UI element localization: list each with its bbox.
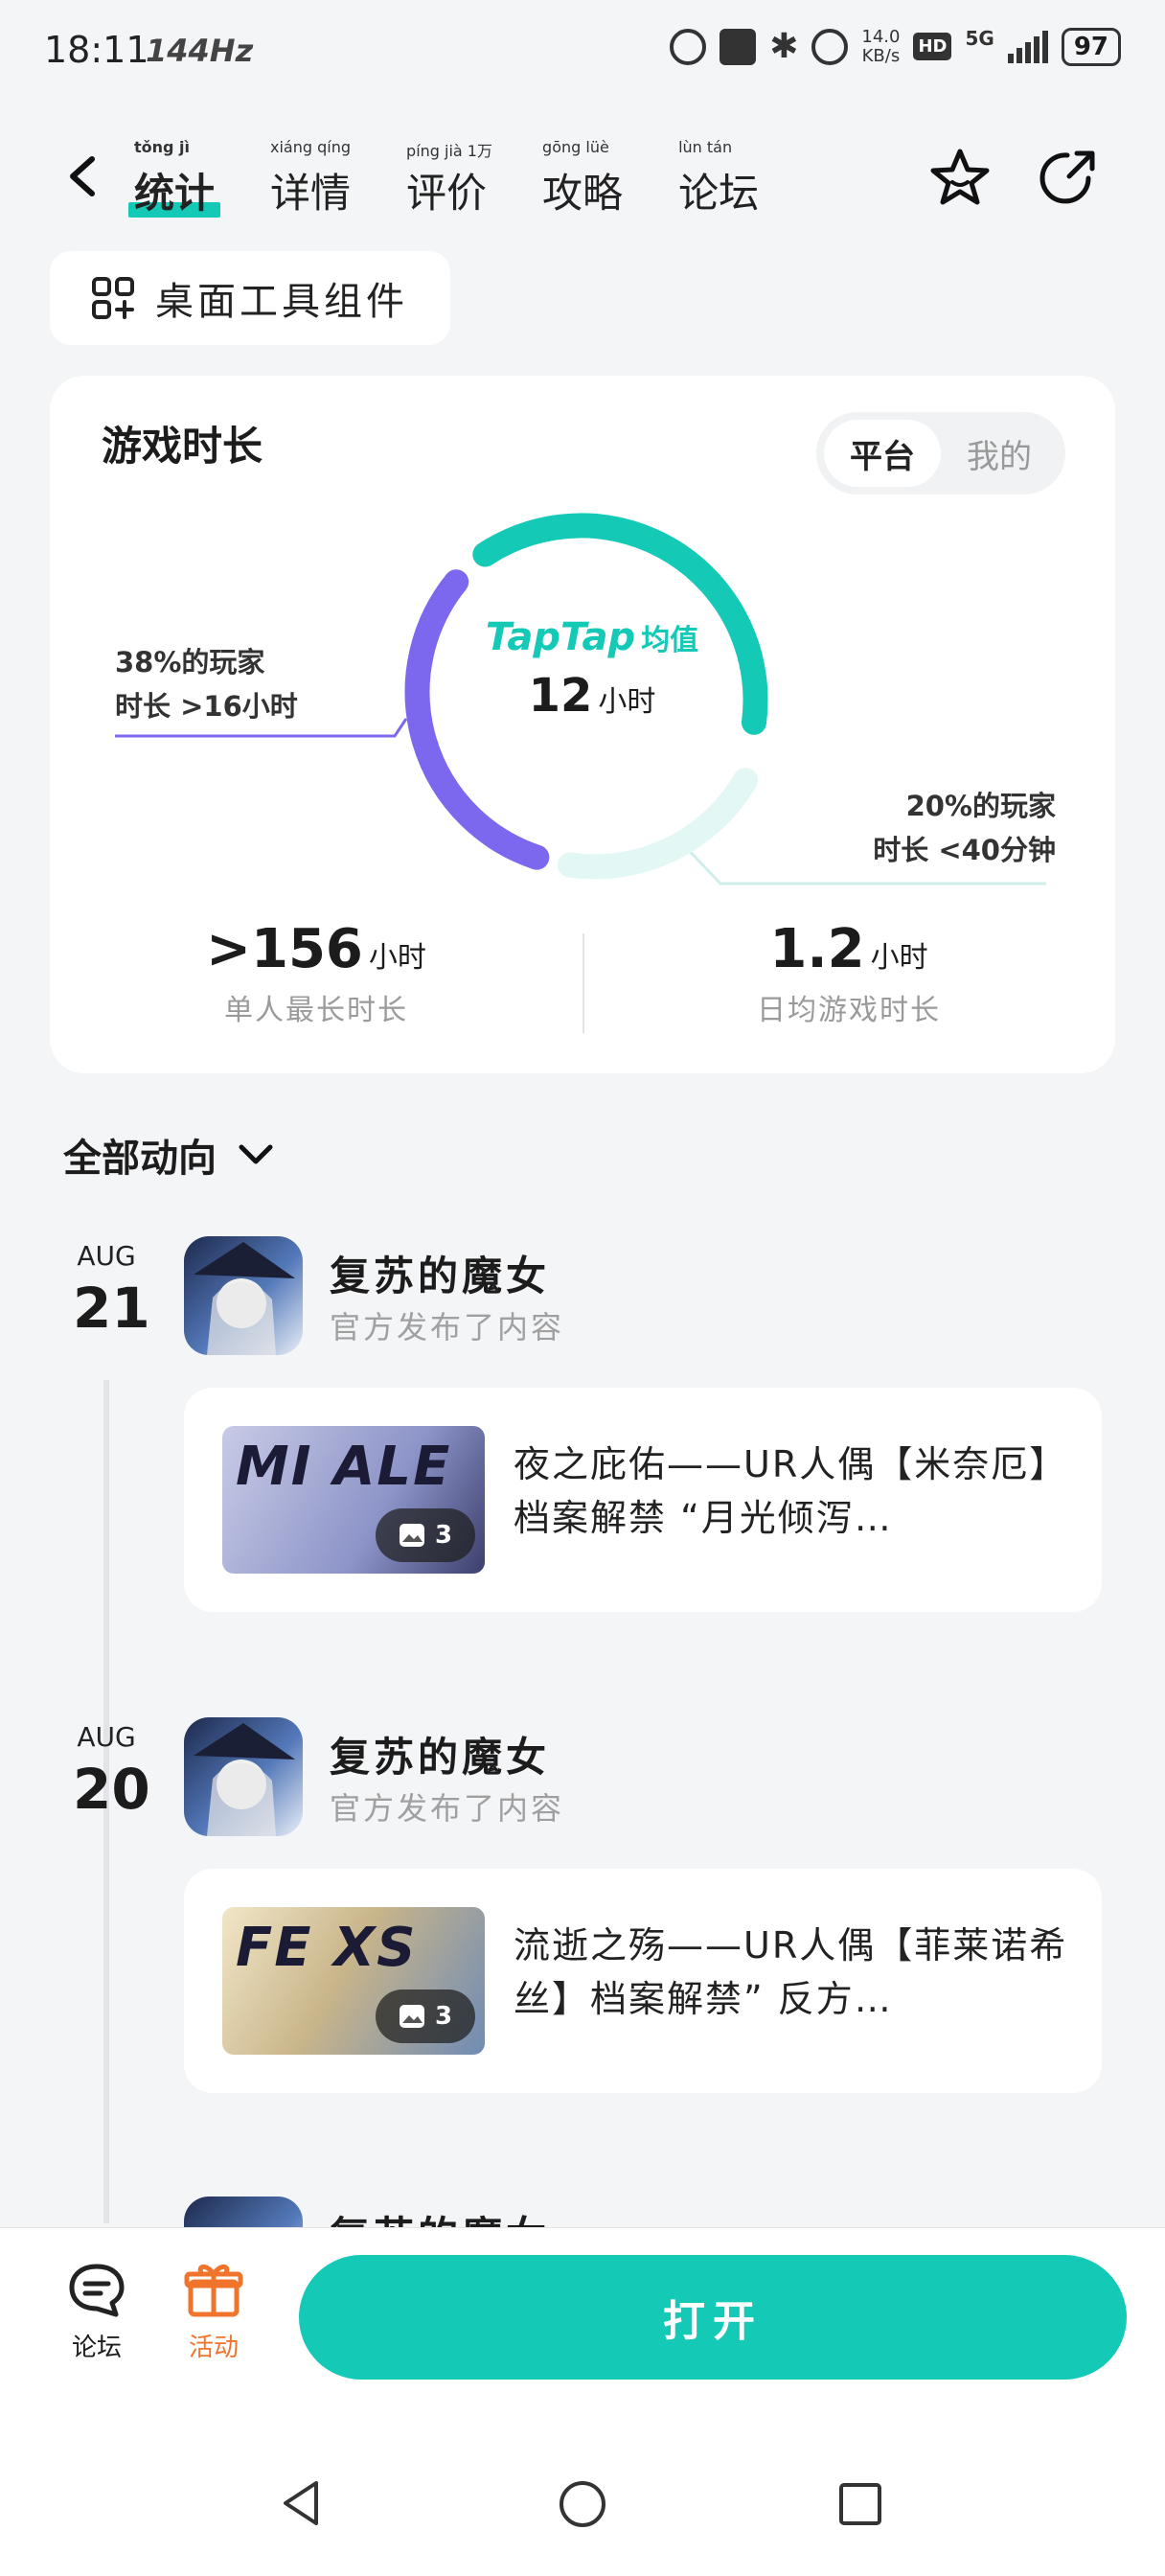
- activity-button[interactable]: 活动: [171, 2261, 257, 2363]
- app-name[interactable]: 复苏的魔女: [330, 1725, 550, 1783]
- post-thumbnail[interactable]: MI ALE 3: [222, 1426, 485, 1574]
- average-hours: 12 小时: [528, 669, 656, 723]
- bluetooth-icon: ✱: [769, 27, 799, 66]
- donut-center: TapTap 均值 12 小时: [389, 615, 795, 723]
- app-icon[interactable]: [184, 1717, 303, 1836]
- status-icons: ✱ 14.0 KB/s HD 5G 97: [670, 27, 1121, 66]
- network-type: 5G: [965, 27, 994, 50]
- hd-badge: HD: [913, 33, 952, 60]
- status-bar: 18:11 144Hz ✱ 14.0 KB/s HD 5G 97: [0, 0, 1165, 105]
- post-date: AUG 21: [73, 1240, 150, 1341]
- post-thumbnail[interactable]: FE XS 3: [222, 1907, 485, 2055]
- long-play-note: 38%的玩家 时长 >16小时: [115, 646, 298, 723]
- daily-playtime-stat: 1.2 小时 日均游戏时长: [757, 918, 941, 1027]
- nav-back-icon[interactable]: [278, 2477, 324, 2529]
- network-speed: 14.0 KB/s: [861, 26, 901, 66]
- max-playtime-stat: >156 小时 单人最长时长: [206, 918, 426, 1027]
- tab-bar: tǒng jì 统计 xiáng qíng 详情 píng jià 1万 评价 gōn…: [127, 138, 759, 219]
- alarm-icon: [811, 28, 849, 65]
- post-text: 夜之庇佑——UR人偶【米奈厄】档案解禁 “月光倾泻…: [514, 1443, 1068, 1539]
- app-name[interactable]: 复苏的魔女: [330, 1244, 550, 1302]
- post-date: AUG 20: [73, 1721, 150, 1822]
- post-card[interactable]: FE XS 3 流逝之殇——UR人偶【菲莱诺希丝】档案解禁” 反方…: [184, 1869, 1102, 2093]
- widget-label: 桌面工具组件: [155, 280, 408, 324]
- feed-filter-label: 全部动向: [63, 1137, 217, 1181]
- image-count-badge: 3: [376, 1990, 475, 2043]
- favorite-star-icon[interactable]: [925, 144, 994, 213]
- clock: 18:11: [44, 29, 149, 71]
- back-arrow-icon[interactable]: [63, 155, 102, 197]
- activity-label: 活动: [188, 2334, 239, 2362]
- tab-guides[interactable]: gōng lüè 攻略: [542, 138, 623, 219]
- system-nav-bar: [0, 2477, 1165, 2535]
- post-subtitle: 官方发布了内容: [330, 1309, 565, 1346]
- refresh-rate: 144Hz: [146, 33, 254, 69]
- gift-icon: [184, 2265, 243, 2317]
- feed-filter-dropdown[interactable]: 全部动向: [63, 1127, 274, 1183]
- image-icon: [399, 2005, 424, 2028]
- signal-icon: [1007, 30, 1048, 63]
- battery-icon: 97: [1061, 27, 1121, 66]
- tab-stats[interactable]: tǒng jì 统计: [127, 138, 221, 219]
- forum-label: 论坛: [71, 2334, 122, 2362]
- short-play-note: 20%的玩家 时长 <40分钟: [873, 790, 1056, 866]
- donut-segment-short: [557, 768, 758, 880]
- chat-bubble-icon: [69, 2264, 125, 2317]
- post-subtitle: 官方发布了内容: [330, 1790, 565, 1827]
- widget-grid-icon: [92, 277, 134, 319]
- nav-recents-icon[interactable]: [837, 2481, 883, 2527]
- tab-reviews[interactable]: píng jià 1万 评价: [406, 138, 492, 219]
- open-game-button[interactable]: 打开: [299, 2255, 1127, 2380]
- forum-button[interactable]: 论坛: [54, 2261, 140, 2363]
- taptap-brand: TapTap 均值: [485, 615, 699, 659]
- bottom-action-bar: 论坛 活动 打开: [0, 2227, 1165, 2576]
- post-text: 流逝之殇——UR人偶【菲莱诺希丝】档案解禁” 反方…: [514, 1924, 1068, 2020]
- nfc-icon: [720, 28, 757, 65]
- hotspot-icon: [670, 28, 707, 65]
- share-icon[interactable]: [1033, 144, 1102, 213]
- top-nav: tǒng jì 统计 xiáng qíng 详情 píng jià 1万 评价 gōn…: [0, 125, 1165, 230]
- tab-forum[interactable]: lùn tán 论坛: [678, 138, 759, 219]
- nav-home-icon[interactable]: [558, 2479, 607, 2529]
- app-icon[interactable]: [184, 1236, 303, 1355]
- desktop-widget-button[interactable]: 桌面工具组件: [50, 251, 450, 345]
- play-time-card: 游戏时长 平台 我的 TapTap 均值 12 小时 38%的玩家 时长 >16小时…: [50, 376, 1115, 1073]
- image-count-badge: 3: [376, 1508, 475, 1562]
- post-card[interactable]: MI ALE 3 夜之庇佑——UR人偶【米奈厄】档案解禁 “月光倾泻…: [184, 1388, 1102, 1612]
- tab-details[interactable]: xiáng qíng 详情: [270, 138, 351, 219]
- chevron-down-icon: [239, 1144, 273, 1164]
- image-icon: [399, 1524, 424, 1547]
